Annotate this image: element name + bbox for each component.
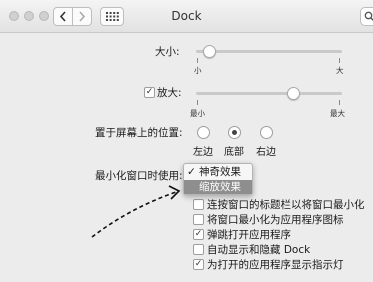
checkbox-autohide-dock-label: 自动显示和隐藏 Dock [207,244,311,256]
magnification-slider-knob[interactable] [287,87,300,100]
window-title: Dock [171,9,202,23]
search-field[interactable] [360,7,373,26]
magnification-tick-max [339,100,340,105]
position-left-radio[interactable] [197,126,210,139]
checkbox-show-indicators-label: 为打开的应用程序显示指示灯 [207,259,344,271]
checkbox-minimize-into-icon-label: 将窗口最小化为应用程序图标 [207,214,344,226]
magnification-tick-min [197,100,198,105]
size-max-label: 大 [336,66,344,75]
position-bottom-radio[interactable] [228,126,241,139]
minimize-effect-label: 最小化窗口时使用: [95,170,183,182]
size-min-label: 小 [194,66,202,75]
size-tick-min [197,58,198,63]
menu-item-scale[interactable]: 缩放效果 [184,180,252,194]
checkbox-double-click-title-label: 连按窗口的标题栏以将窗口最小化 [207,199,365,211]
checkmark-icon: ✓ [187,166,196,178]
annotation-arrow [91,185,181,238]
position-right-radio[interactable] [260,126,273,139]
search-icon [364,11,373,21]
magnification-checkbox[interactable]: ✓ [144,87,155,98]
menu-item-genie[interactable]: ✓ 神奇效果 [184,165,252,179]
size-slider-knob[interactable] [203,45,216,58]
checkbox-animate-opening-label: 弹跳打开应用程序 [207,229,291,241]
size-slider-track[interactable] [196,50,342,53]
magnification-min-label: 最小 [190,109,205,118]
checkbox-double-click-title[interactable] [193,199,204,210]
menu-item-genie-label: 神奇效果 [199,166,241,178]
position-left-label: 左边 [193,147,213,158]
position-label: 置于屏幕上的位置: [95,127,183,139]
checkbox-animate-opening[interactable]: ✓ [193,229,204,240]
position-right-label: 右边 [256,147,276,158]
checkbox-autohide-dock[interactable] [193,244,204,255]
magnification-label: 放大: [157,87,182,99]
position-bottom-label: 底部 [224,147,244,158]
minimize-effect-menu[interactable]: ✓ 神奇效果 缩放效果 [183,163,253,195]
menu-item-scale-label: 缩放效果 [199,181,241,193]
title-bar: Dock [0,0,373,33]
checkbox-show-indicators[interactable]: ✓ [193,259,204,270]
size-tick-max [339,58,340,63]
size-label: 大小: [155,46,180,58]
magnification-slider-track[interactable] [196,92,342,95]
checkbox-minimize-into-icon[interactable] [193,214,204,225]
magnification-max-label: 最大 [330,109,345,118]
